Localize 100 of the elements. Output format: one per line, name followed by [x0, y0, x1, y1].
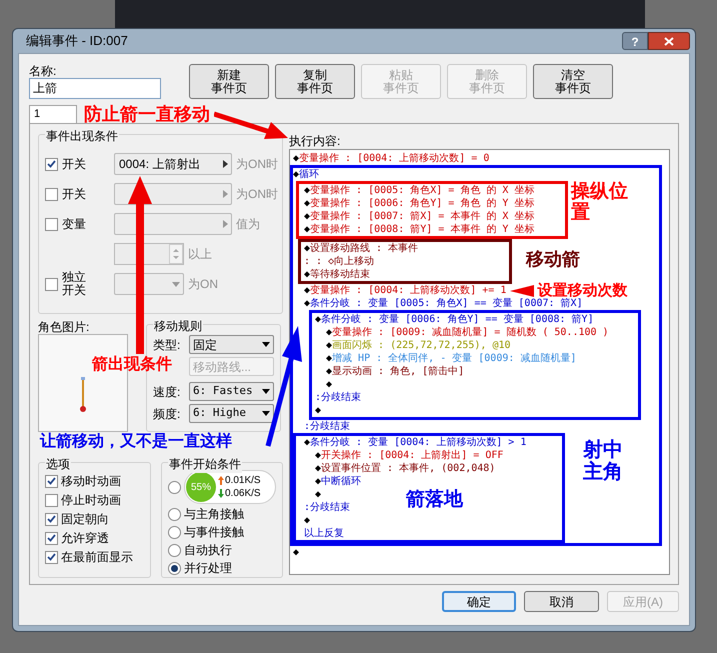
group-title: 选项 [45, 455, 71, 473]
checkbox[interactable] [45, 278, 58, 290]
page-button[interactable]: 复制 事件页 [275, 64, 355, 99]
command-line[interactable]: 变量操作 : [0005: 角色X] = 角色 的 X 坐标 [310, 184, 534, 197]
command-line[interactable]: 变量操作 : [0008: 箭Y] = 本事件 的 Y 坐标 [310, 223, 534, 236]
bullet-icon: ◆ [293, 152, 300, 165]
bullet-icon: ◆ [304, 268, 310, 281]
select-field[interactable] [114, 213, 232, 235]
page-button[interactable]: 新建 事件页 [189, 64, 269, 99]
dialog-button[interactable]: 取消 [524, 591, 599, 612]
command-line[interactable]: : : ◇向上移动 [304, 255, 374, 268]
radio-button[interactable] [168, 480, 181, 494]
bullet-icon: ◆ [304, 242, 310, 255]
command-line[interactable]: 变量操作 : [0006: 角色Y] = 角色 的 Y 坐标 [310, 197, 534, 210]
option-label: 允许穿透 [61, 531, 109, 545]
command-line[interactable]: 变量操作 : [0004: 上箭移动次数] += 1 [310, 284, 506, 297]
annotation-label: 操纵位置 [571, 181, 629, 223]
annotation-label: 箭出现条件 [92, 356, 172, 374]
command-line[interactable]: 变量操作 : [0009: 减血随机量] = 随机数 ( 50..100 ) [332, 326, 609, 339]
condition-label: 开关 [62, 188, 86, 200]
name-input[interactable]: 上箭 [29, 78, 161, 99]
checkbox[interactable] [45, 494, 58, 506]
command-line[interactable]: 增减 HP : 全体同伴, - 变量 [0009: 减血随机量] [332, 352, 576, 365]
condition-label: 变量 [62, 218, 86, 230]
speed-label: 速度: [153, 384, 182, 400]
checkbox[interactable] [45, 474, 58, 488]
dropdown-caret-icon [262, 411, 270, 416]
checkbox[interactable] [45, 218, 58, 230]
command-line[interactable]: 设置事件位置 : 本事件, (002,048) [321, 462, 496, 475]
bullet-icon: ◆ [315, 404, 322, 417]
frequency-dropdown[interactable]: 6: Highe [189, 404, 274, 423]
annotation-label: 箭落地 [406, 489, 463, 510]
speed-dropdown[interactable]: 6: Fastes [189, 382, 274, 401]
condition-suffix: 为ON时 [236, 186, 278, 203]
upload-speed: 0.01K/S [225, 475, 261, 486]
page-tab[interactable]: 1 [29, 105, 77, 123]
command-line[interactable]: 等待移动结束 [310, 268, 370, 281]
bullet-icon: ◆ [304, 223, 310, 236]
condition-label: 开关 [62, 158, 86, 170]
radio-button[interactable] [168, 508, 181, 520]
trigger-label: 与事件接触 [184, 524, 244, 540]
command-line[interactable]: 以上反复 [304, 527, 344, 540]
dropdown-caret-icon [172, 282, 180, 286]
command-line[interactable]: 条件分岐 : 变量 [0005: 角色X] == 变量 [0007: 箭X] [310, 297, 583, 310]
condition-suffix: 以上 [188, 246, 212, 263]
checkbox[interactable] [45, 550, 58, 564]
command-line[interactable]: 条件分岐 : 变量 [0006: 角色Y] == 变量 [0008: 箭Y] [321, 313, 594, 326]
bullet-icon: ◆ [304, 436, 310, 449]
bullet-icon: ◆ [326, 339, 332, 352]
dialog-button[interactable]: 确定 [442, 591, 516, 612]
bullet-icon: ◆ [304, 514, 310, 527]
annotation-arrow [510, 284, 534, 296]
type-dropdown[interactable]: 固定 [189, 335, 274, 354]
checkbox[interactable] [45, 188, 58, 200]
condition-label: 独立开关 [62, 271, 87, 297]
graphic-label: 角色图片: [38, 319, 90, 334]
bullet-icon: ◆ [304, 210, 310, 223]
bullet-icon: ◆ [326, 352, 332, 365]
group-title: 事件开始条件 [168, 455, 242, 473]
trigger-label: 并行处理 [184, 560, 232, 576]
command-line[interactable]: :分歧结束 [315, 391, 362, 404]
bullet-icon: ◆ [304, 184, 310, 197]
command-line[interactable]: 条件分岐 : 变量 [0004: 上箭移动次数] > 1 [310, 436, 526, 449]
bullet-icon: ◆ [293, 546, 300, 559]
command-line[interactable]: 设置移动路线 : 本事件 [310, 242, 418, 255]
right-caret-icon [223, 220, 228, 228]
right-caret-icon [223, 190, 228, 198]
bullet-icon: ◆ [304, 197, 310, 210]
annotation-label: 防止箭一直移动 [84, 104, 210, 124]
command-line[interactable]: 中断循环 [321, 475, 362, 488]
select-field[interactable]: 0004: 上箭射出 [114, 153, 232, 175]
command-line[interactable]: 变量操作 : [0007: 箭X] = 本事件 的 X 坐标 [310, 210, 534, 223]
command-line[interactable]: :分歧结束 [304, 501, 350, 514]
condition-suffix: 为ON [188, 276, 218, 293]
bullet-icon: ◆ [326, 326, 332, 339]
condition-suffix: 为ON时 [236, 156, 278, 173]
radio-button[interactable] [168, 562, 181, 574]
bullet-icon: ◆ [315, 313, 322, 326]
command-line[interactable]: 变量操作 : [0004: 上箭移动次数] = 0 [299, 152, 490, 165]
bullet-icon: ◆ [293, 168, 300, 181]
command-line[interactable]: 循环 [299, 168, 320, 181]
page-button[interactable]: 清空 事件页 [533, 64, 613, 99]
bullet-icon: ◆ [326, 378, 332, 391]
checkbox[interactable] [45, 158, 58, 170]
command-line[interactable]: :分歧结束 [304, 420, 350, 433]
radio-button[interactable] [168, 526, 181, 538]
checkbox[interactable] [45, 512, 58, 526]
bullet-icon: ◆ [326, 365, 332, 378]
arrow-sprite-icon [80, 377, 86, 413]
bullet-icon: ◆ [315, 449, 322, 462]
close-button[interactable] [648, 32, 690, 50]
radio-button[interactable] [168, 544, 181, 556]
cpu-percent: 55% [186, 472, 216, 502]
option-label: 停止时动画 [61, 493, 121, 507]
dropdown-caret-icon [262, 342, 270, 347]
annotation-label: 让箭移动，又不是一直这样 [40, 433, 232, 451]
group-title: 事件出现条件 [45, 127, 119, 145]
command-line[interactable]: 显示动画 : 角色, [箭击中] [332, 365, 464, 378]
checkbox[interactable] [45, 532, 58, 544]
command-line[interactable]: 开关操作 : [0004: 上箭射出] = OFF [321, 449, 504, 462]
